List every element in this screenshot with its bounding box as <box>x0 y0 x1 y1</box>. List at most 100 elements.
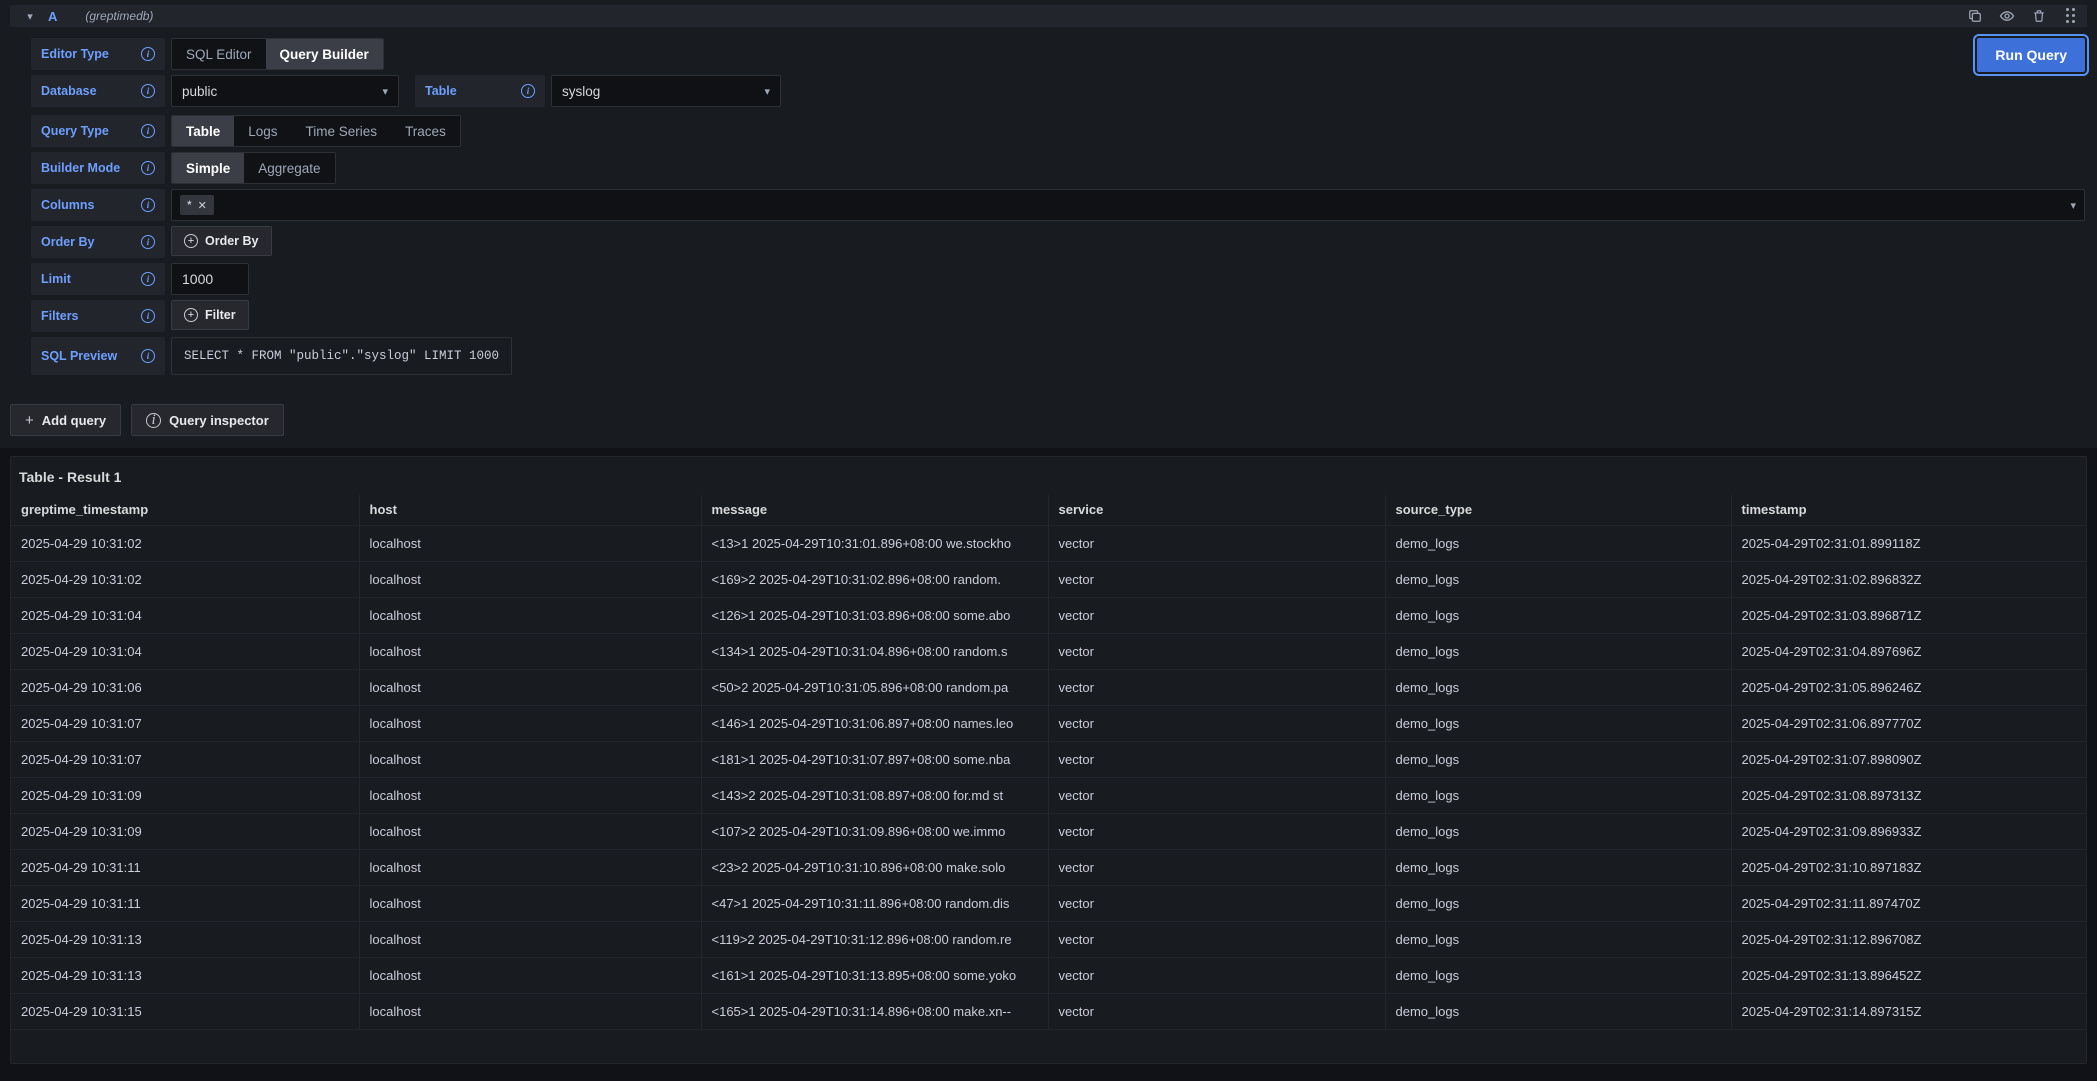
table-cell: vector <box>1048 633 1385 669</box>
table-row: 2025-04-29 10:31:15localhost<165>1 2025-… <box>11 993 2086 1029</box>
table-cell: 2025-04-29 10:31:02 <box>11 561 359 597</box>
table-cell: 2025-04-29T02:31:13.896452Z <box>1731 957 2086 993</box>
order-by-label: Order By i <box>31 226 165 258</box>
table-cell: demo_logs <box>1385 597 1731 633</box>
table-row: 2025-04-29 10:31:04localhost<134>1 2025-… <box>11 633 2086 669</box>
info-icon[interactable]: i <box>141 309 155 323</box>
table-label: Table i <box>415 75 545 107</box>
table-cell: vector <box>1048 849 1385 885</box>
trash-icon[interactable] <box>2031 8 2047 24</box>
filters-row: Filters i + Filter <box>31 300 2085 332</box>
table-cell: demo_logs <box>1385 561 1731 597</box>
table-row: 2025-04-29 10:31:11localhost<23>2 2025-0… <box>11 849 2086 885</box>
column-header-message[interactable]: message <box>701 495 1048 525</box>
table-cell: localhost <box>359 813 701 849</box>
table-cell: 2025-04-29 10:31:04 <box>11 633 359 669</box>
eye-icon[interactable] <box>1999 8 2015 24</box>
table-row: 2025-04-29 10:31:13localhost<119>2 2025-… <box>11 921 2086 957</box>
radio-option-time-series[interactable]: Time Series <box>292 116 392 146</box>
column-header-timestamp[interactable]: timestamp <box>1731 495 2086 525</box>
table-cell: 2025-04-29T02:31:10.897183Z <box>1731 849 2086 885</box>
table-select[interactable]: syslog ▾ <box>551 75 781 107</box>
query-editor-section: ▾ A (greptimedb) <box>0 0 2097 448</box>
info-icon[interactable]: i <box>521 84 535 98</box>
table-cell: vector <box>1048 597 1385 633</box>
sql-preview-row: SQL Preview i SELECT * FROM "public"."sy… <box>31 337 2085 375</box>
radio-option-simple[interactable]: Simple <box>172 153 244 183</box>
table-cell: localhost <box>359 741 701 777</box>
table-cell: demo_logs <box>1385 849 1731 885</box>
drag-handle-icon[interactable] <box>2063 8 2079 24</box>
table-cell: demo_logs <box>1385 777 1731 813</box>
info-icon[interactable]: i <box>141 272 155 286</box>
table-cell: demo_logs <box>1385 741 1731 777</box>
info-icon[interactable]: i <box>141 198 155 212</box>
table-row: 2025-04-29 10:31:11localhost<47>1 2025-0… <box>11 885 2086 921</box>
table-cell: demo_logs <box>1385 669 1731 705</box>
table-cell: localhost <box>359 669 701 705</box>
radio-option-traces[interactable]: Traces <box>391 116 460 146</box>
radio-option-table[interactable]: Table <box>172 116 234 146</box>
table-cell: localhost <box>359 525 701 561</box>
query-ref-id[interactable]: A <box>48 9 57 24</box>
table-cell: 2025-04-29T02:31:02.896832Z <box>1731 561 2086 597</box>
page-bottom-strip <box>0 1064 2097 1081</box>
table-cell: 2025-04-29T02:31:11.897470Z <box>1731 885 2086 921</box>
chevron-down-icon[interactable]: ▾ <box>18 10 42 23</box>
table-cell: 2025-04-29T02:31:12.896708Z <box>1731 921 2086 957</box>
table-cell: 2025-04-29 10:31:11 <box>11 849 359 885</box>
plus-circle-icon: + <box>184 234 198 248</box>
chevron-down-icon: ▾ <box>764 85 770 98</box>
column-header-host[interactable]: host <box>359 495 701 525</box>
add-query-button[interactable]: + Add query <box>10 404 121 436</box>
table-cell: 2025-04-29T02:31:04.897696Z <box>1731 633 2086 669</box>
table-cell: vector <box>1048 705 1385 741</box>
info-circle-icon: i <box>146 413 161 428</box>
radio-option-aggregate[interactable]: Aggregate <box>244 153 334 183</box>
columns-label: Columns i <box>31 189 165 221</box>
close-icon[interactable]: ✕ <box>198 199 207 212</box>
table-cell: <169>2 2025-04-29T10:31:02.896+08:00 ran… <box>701 561 1048 597</box>
info-icon[interactable]: i <box>141 124 155 138</box>
table-cell: vector <box>1048 669 1385 705</box>
columns-multiselect[interactable]: * ✕ ▾ <box>171 189 2085 221</box>
table-result-panel: Table - Result 1 greptime_timestamphostm… <box>10 456 2087 1064</box>
radio-option-sql-editor[interactable]: SQL Editor <box>172 39 266 69</box>
info-icon[interactable]: i <box>141 47 155 61</box>
database-table-row: Database i public ▾ Table i syslog ▾ <box>31 75 2085 107</box>
radio-option-logs[interactable]: Logs <box>234 116 291 146</box>
radio-option-query-builder[interactable]: Query Builder <box>266 39 383 69</box>
table-row: 2025-04-29 10:31:13localhost<161>1 2025-… <box>11 957 2086 993</box>
sql-preview-label: SQL Preview i <box>31 337 165 375</box>
query-inspector-button[interactable]: i Query inspector <box>131 404 284 436</box>
table-cell: 2025-04-29T02:31:05.896246Z <box>1731 669 2086 705</box>
add-order-by-button[interactable]: + Order By <box>171 226 272 256</box>
limit-input[interactable] <box>171 263 249 295</box>
table-cell: <13>1 2025-04-29T10:31:01.896+08:00 we.s… <box>701 525 1048 561</box>
column-header-service[interactable]: service <box>1048 495 1385 525</box>
info-icon[interactable]: i <box>141 161 155 175</box>
table-cell: vector <box>1048 525 1385 561</box>
column-header-source_type[interactable]: source_type <box>1385 495 1731 525</box>
table-cell: localhost <box>359 993 701 1029</box>
info-icon[interactable]: i <box>141 84 155 98</box>
copy-icon[interactable] <box>1967 8 1983 24</box>
chevron-down-icon[interactable]: ▾ <box>2070 199 2076 212</box>
table-row: 2025-04-29 10:31:02localhost<169>2 2025-… <box>11 561 2086 597</box>
table-cell: vector <box>1048 813 1385 849</box>
info-icon[interactable]: i <box>141 349 155 363</box>
table-cell: <146>1 2025-04-29T10:31:06.897+08:00 nam… <box>701 705 1048 741</box>
table-cell: 2025-04-29 10:31:09 <box>11 777 359 813</box>
table-cell: 2025-04-29 10:31:04 <box>11 597 359 633</box>
editor-type-radio-group: SQL EditorQuery Builder <box>171 38 384 70</box>
column-header-greptime_timestamp[interactable]: greptime_timestamp <box>11 495 359 525</box>
table-row: 2025-04-29 10:31:07localhost<181>1 2025-… <box>11 741 2086 777</box>
table-cell: 2025-04-29 10:31:06 <box>11 669 359 705</box>
table-cell: localhost <box>359 885 701 921</box>
table-cell: <165>1 2025-04-29T10:31:14.896+08:00 mak… <box>701 993 1048 1029</box>
add-filter-button[interactable]: + Filter <box>171 300 249 330</box>
table-cell: vector <box>1048 885 1385 921</box>
info-icon[interactable]: i <box>141 235 155 249</box>
database-label: Database i <box>31 75 165 107</box>
database-select[interactable]: public ▾ <box>171 75 399 107</box>
